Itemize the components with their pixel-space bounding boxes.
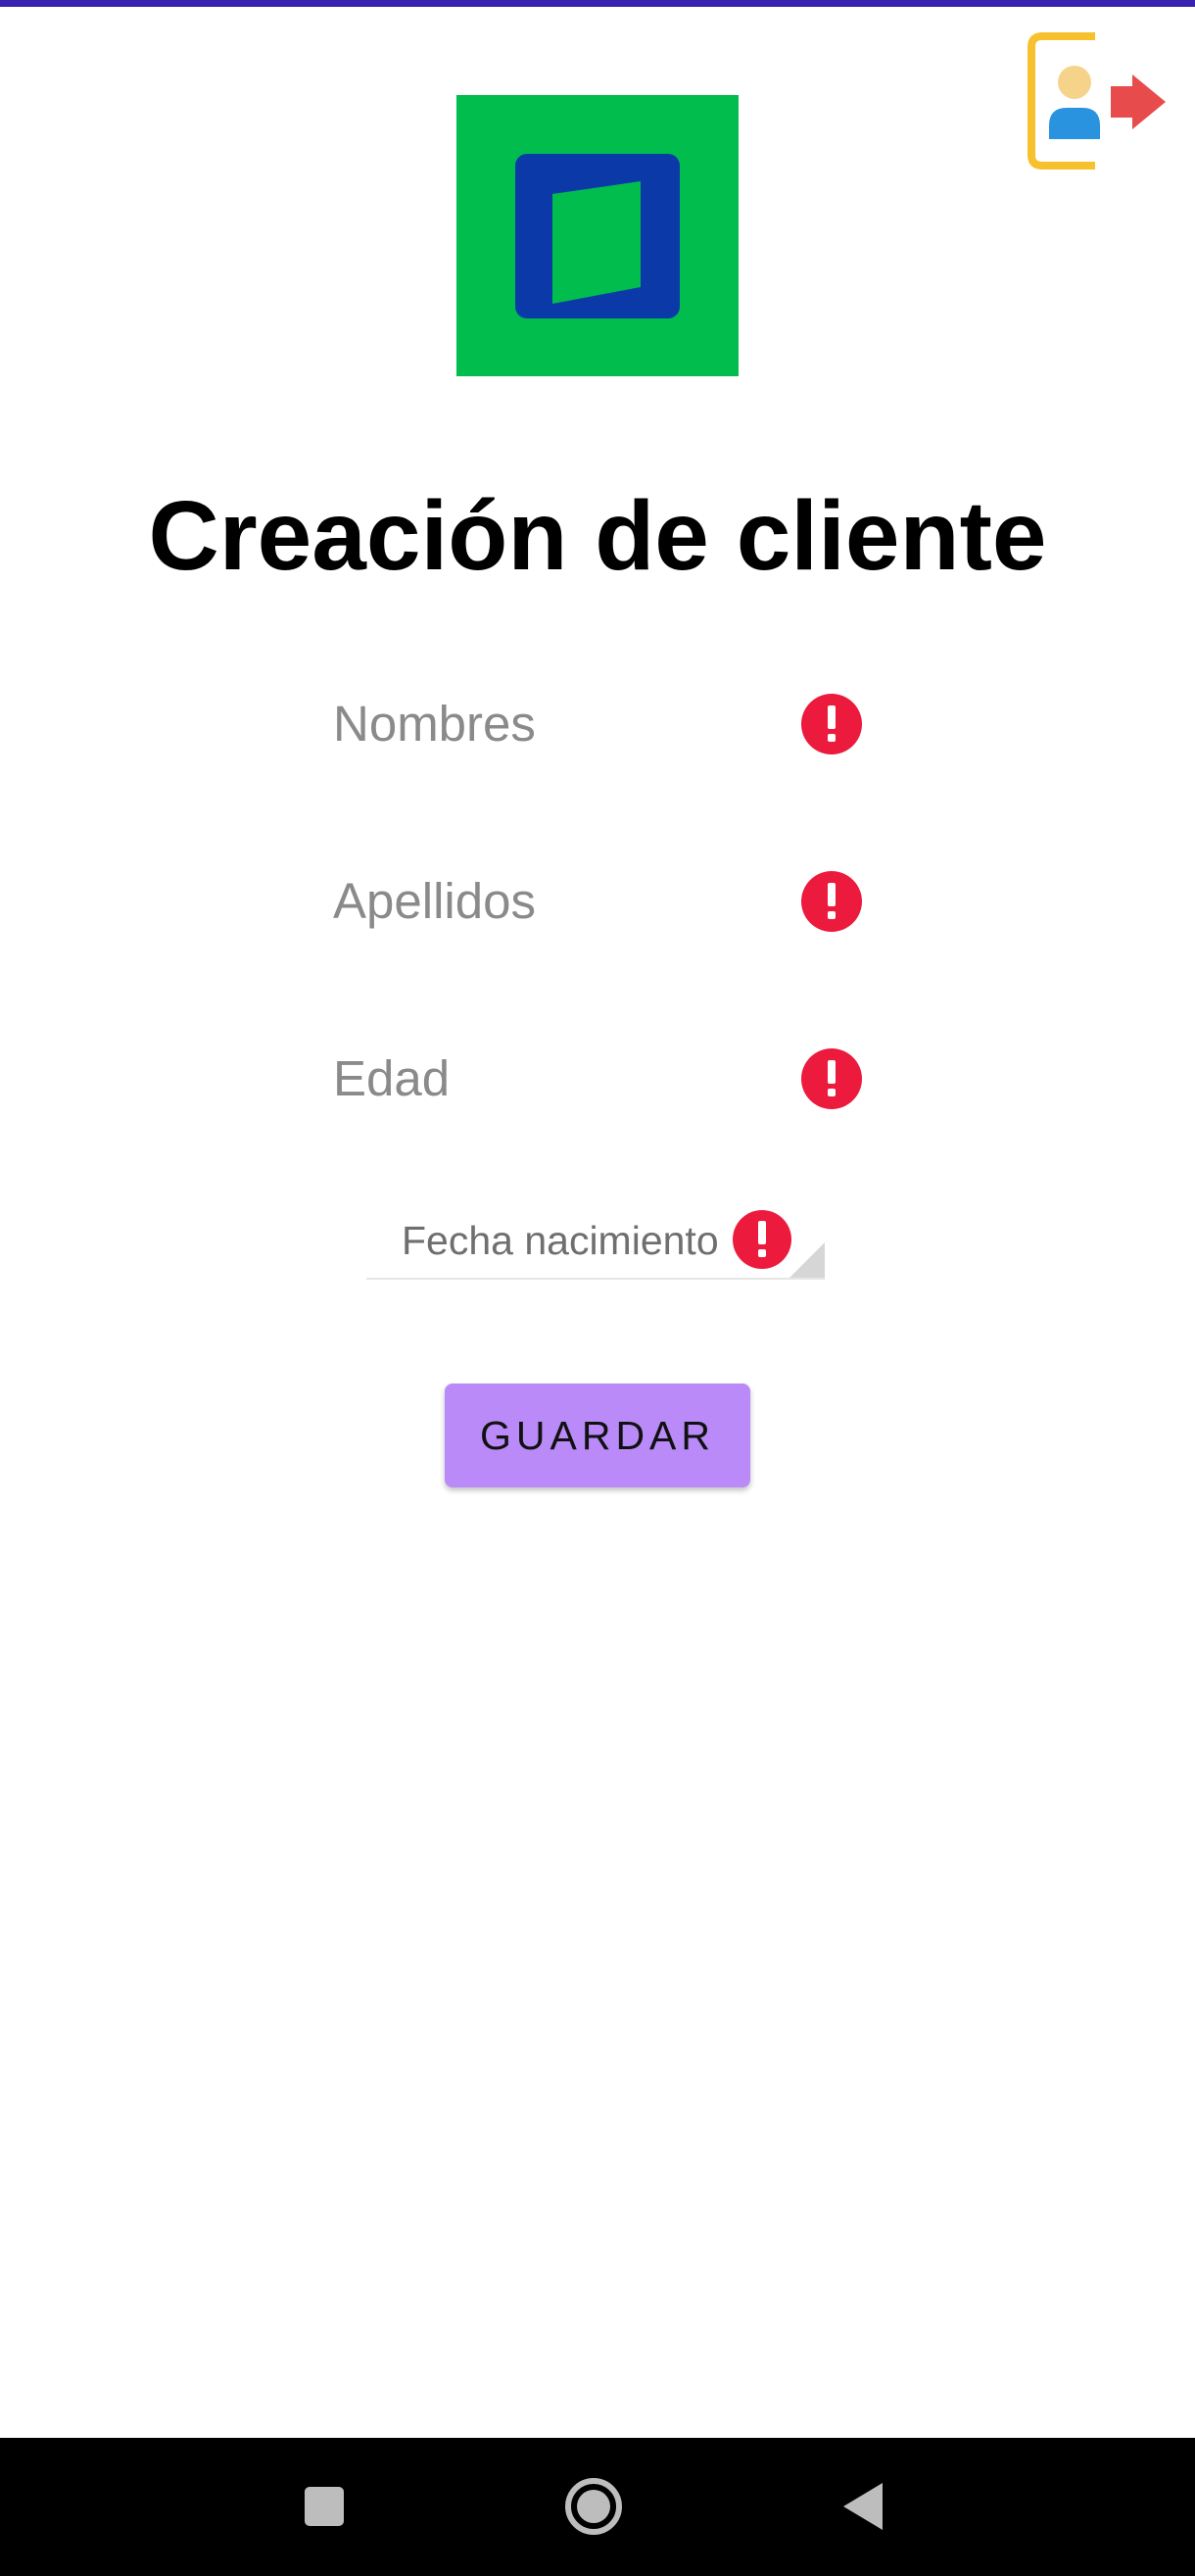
birth-date-picker[interactable]: Fecha nacimiento xyxy=(366,1207,825,1280)
surnames-field[interactable]: Apellidos xyxy=(333,857,862,946)
error-icon xyxy=(733,1210,791,1269)
triangle-back-icon[interactable] xyxy=(813,2457,911,2555)
names-placeholder: Nombres xyxy=(333,696,536,752)
names-field[interactable]: Nombres xyxy=(333,680,862,768)
age-field[interactable]: Edad xyxy=(333,1035,862,1123)
save-button[interactable]: GUARDAR xyxy=(445,1384,750,1487)
birth-date-label: Fecha nacimiento xyxy=(402,1218,719,1263)
page-title: Creación de cliente xyxy=(148,481,1047,591)
error-icon xyxy=(801,694,862,754)
square-icon[interactable] xyxy=(275,2457,373,2555)
dropdown-arrow-icon xyxy=(789,1242,825,1278)
logout-icon[interactable] xyxy=(1025,31,1171,176)
age-placeholder: Edad xyxy=(333,1050,451,1106)
circle-icon[interactable] xyxy=(545,2457,643,2555)
navigation-bar xyxy=(0,2438,1195,2576)
error-icon xyxy=(801,871,862,932)
app-logo-icon xyxy=(456,95,739,376)
status-bar xyxy=(0,0,1195,7)
surnames-placeholder: Apellidos xyxy=(333,873,536,929)
error-icon xyxy=(801,1048,862,1109)
